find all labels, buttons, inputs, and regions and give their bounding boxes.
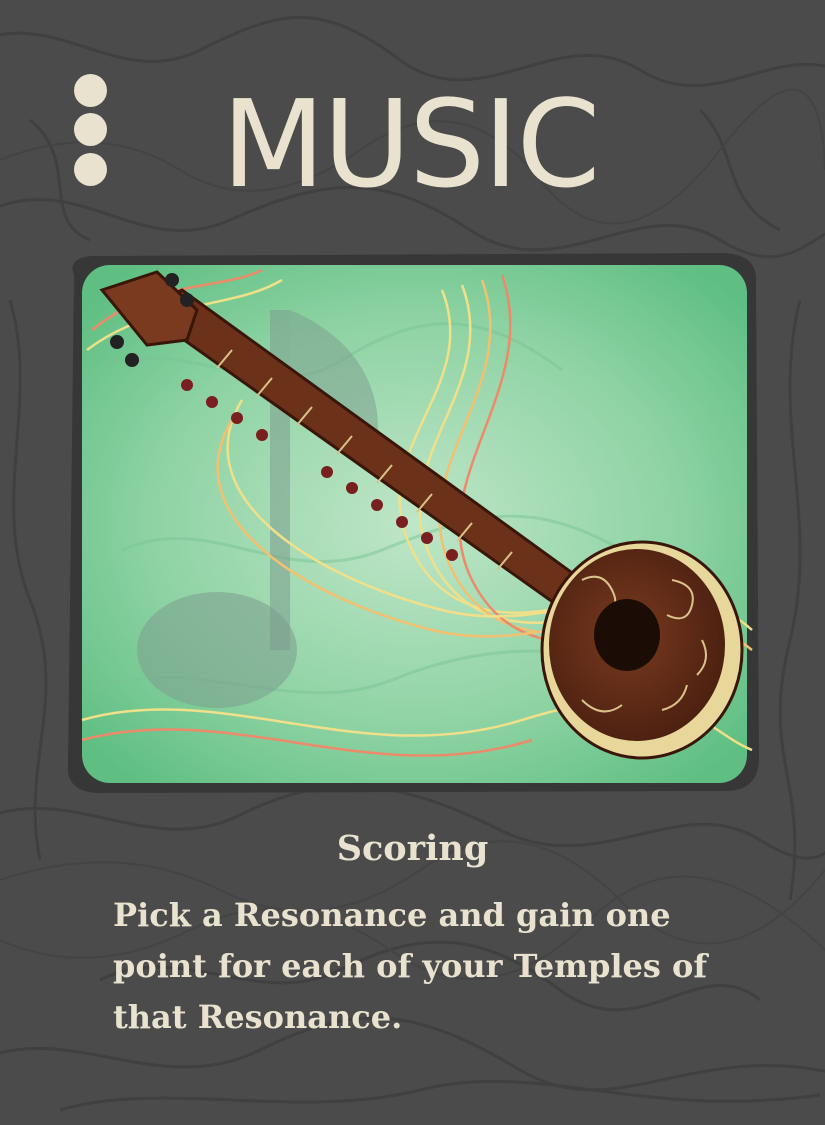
svg-text:MUSIC: MUSIC bbox=[222, 78, 599, 198]
card-title: MUSIC bbox=[200, 76, 620, 215]
pip-icon bbox=[74, 113, 107, 146]
scoring-text: Pick a Resonance and gain one point for … bbox=[113, 896, 708, 1036]
card-illustration bbox=[62, 250, 762, 795]
pip-icon bbox=[74, 74, 107, 107]
cost-pips bbox=[74, 74, 108, 186]
scoring-heading: Scoring bbox=[336, 828, 489, 869]
pip-icon bbox=[74, 153, 107, 186]
card: MUSIC Scoring Pick a Resonance and gain … bbox=[0, 0, 825, 1125]
